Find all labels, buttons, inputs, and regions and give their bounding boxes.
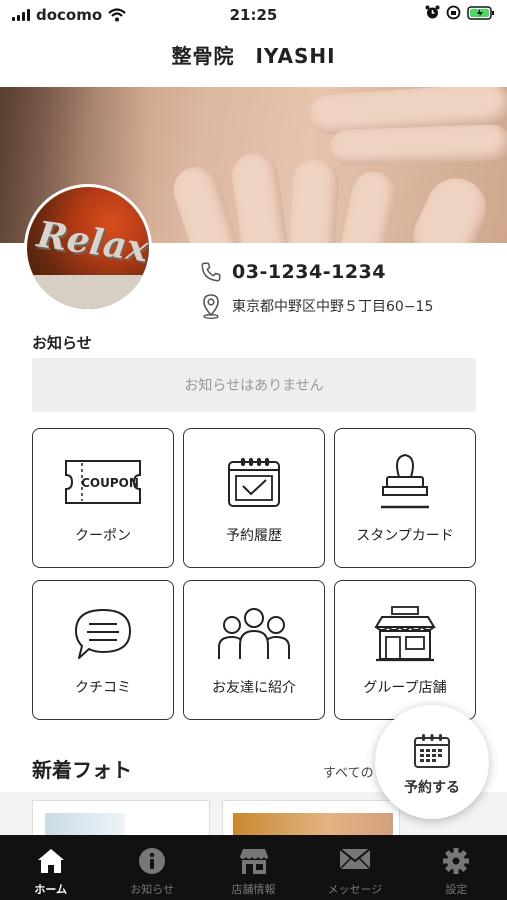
news-heading: お知らせ — [32, 334, 92, 352]
people-icon — [218, 608, 290, 659]
menu-tile-reviews[interactable]: クチコミ — [32, 580, 174, 720]
menu-tile-reservation-history[interactable]: 予約履歴 — [183, 428, 325, 568]
tab-label: ホーム — [34, 883, 68, 896]
menu-tile-label: クチコミ — [75, 680, 131, 696]
phone-number: 03-1234-1234 — [232, 261, 386, 283]
battery-icon — [467, 5, 494, 20]
menu-tile-refer-friend[interactable]: お友達に紹介 — [183, 580, 325, 720]
tab-news[interactable]: お知らせ — [101, 835, 202, 900]
menu-tile-label: クーポン — [75, 528, 131, 544]
reserve-button[interactable]: 予約する — [375, 705, 489, 819]
mail-icon — [339, 848, 371, 870]
gear-icon — [443, 848, 470, 874]
menu-tile-label: スタンプカード — [356, 528, 454, 544]
menu-tile-coupon[interactable]: COUPON クーポン — [32, 428, 174, 568]
shop-avatar: Relax — [24, 184, 152, 312]
menu-tile-stamp-card[interactable]: スタンプカード — [334, 428, 476, 568]
menu-tile-label: 予約履歴 — [226, 528, 282, 544]
home-icon — [37, 849, 64, 873]
photo-thumbnail[interactable] — [32, 800, 210, 840]
photo-thumbnail[interactable] — [222, 800, 400, 840]
new-photos-heading: 新着フォト — [32, 758, 132, 782]
see-all-link[interactable]: すべての — [323, 762, 374, 781]
tab-bar: ホーム お知らせ 店舗情報 メッセージ 設定 — [0, 835, 507, 900]
store-icon — [374, 606, 436, 662]
shop-contact: 03-1234-1234 東京都中野区中野５丁目60−15 — [200, 258, 433, 320]
status-right — [425, 5, 495, 20]
alarm-icon — [425, 5, 440, 19]
phone-icon — [201, 262, 221, 282]
tab-settings[interactable]: 設定 — [406, 835, 507, 900]
location-pin-icon — [203, 294, 219, 319]
address-text: 東京都中野区中野５丁目60−15 — [232, 299, 434, 315]
info-icon — [139, 848, 166, 874]
tab-home[interactable]: ホーム — [0, 835, 101, 900]
tab-messages[interactable]: メッセージ — [304, 835, 405, 900]
shop-icon — [239, 849, 268, 874]
page-title: 整骨院 IYASHI — [171, 44, 336, 68]
tab-label: 店舗情報 — [231, 883, 276, 896]
menu-tile-group-stores[interactable]: グループ店舗 — [334, 580, 476, 720]
menu-tile-label: お友達に紹介 — [212, 680, 296, 696]
calendar-check-icon — [228, 458, 280, 507]
speech-bubble-icon — [75, 609, 131, 659]
reserve-button-label: 予約する — [404, 780, 460, 796]
coupon-icon: COUPON — [65, 460, 141, 504]
status-bar: docomo 21:25 — [0, 0, 507, 30]
tab-label: お知らせ — [130, 883, 174, 896]
rotation-lock-icon — [446, 5, 461, 20]
stamp-icon — [381, 453, 429, 509]
menu-tile-label: グループ店舗 — [363, 680, 447, 696]
calendar-icon — [414, 734, 450, 768]
tab-label: 設定 — [445, 883, 468, 896]
avatar-sign-text: Relax — [34, 213, 151, 271]
tab-shop-info[interactable]: 店舗情報 — [203, 835, 304, 900]
phone-link[interactable]: 03-1234-1234 — [200, 258, 433, 286]
address-link[interactable]: 東京都中野区中野５丁目60−15 — [200, 292, 433, 320]
tab-label: メッセージ — [327, 883, 383, 896]
news-empty-box: お知らせはありません — [32, 358, 476, 412]
coupon-icon-text: COUPON — [81, 476, 139, 490]
